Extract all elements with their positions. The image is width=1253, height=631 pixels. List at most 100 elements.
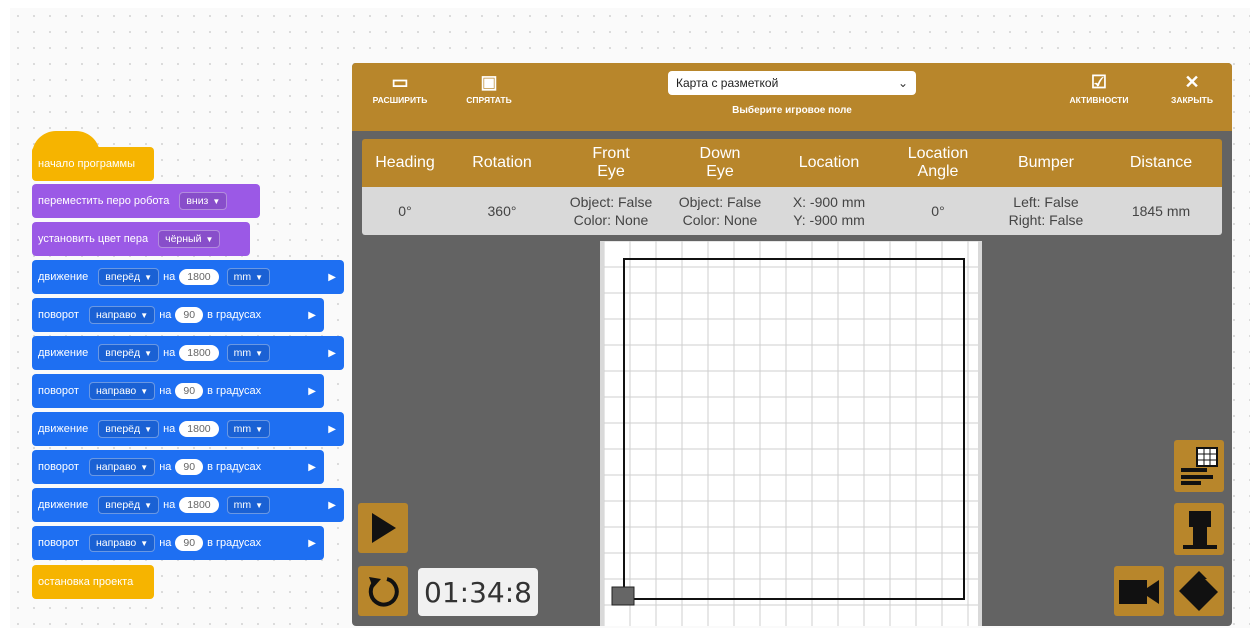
turn-label: поворот xyxy=(38,461,79,473)
chevron-down-icon: ▼ xyxy=(140,310,149,320)
turn-direction-dropdown[interactable]: направо ▼ xyxy=(88,458,156,476)
sensor-header-cell: Location Angle xyxy=(907,145,969,180)
degrees-label: в градусах xyxy=(207,385,262,397)
activities-button[interactable]: ☑ АКТИВНОСТИ xyxy=(1058,71,1140,105)
na-label: на xyxy=(163,347,176,359)
expand-button[interactable]: ▭ РАСШИРИТЬ xyxy=(366,71,434,105)
turn-direction-dropdown[interactable]: направо ▼ xyxy=(88,382,156,400)
turn-block[interactable]: поворот направо ▼ на 90 в градусах ▶ xyxy=(32,450,324,484)
unit-dropdown[interactable]: mm ▼ xyxy=(226,420,271,438)
distance-input[interactable]: 1800 xyxy=(179,269,219,285)
unit-dropdown[interactable]: mm ▼ xyxy=(226,496,271,514)
unit-dropdown[interactable]: mm ▼ xyxy=(226,344,271,362)
direction-dropdown[interactable]: вперёд ▼ xyxy=(98,496,160,514)
pen-dropdown[interactable]: вниз ▼ xyxy=(179,192,228,210)
direction-dropdown[interactable]: вперёд ▼ xyxy=(98,268,160,286)
turn-block[interactable]: поворот направо ▼ на 90 в градусах ▶ xyxy=(32,374,324,408)
field-select-hint: Выберите игровое поле xyxy=(732,105,852,116)
direction-value: вперёд xyxy=(105,423,141,435)
chevron-down-icon: ▼ xyxy=(144,424,153,434)
direction-dropdown[interactable]: вперёд ▼ xyxy=(98,344,160,362)
na-label: на xyxy=(159,537,172,549)
sensor-value-cell: 0° xyxy=(398,203,412,219)
distance-input[interactable]: 1800 xyxy=(179,421,219,437)
start-block[interactable]: начало программы xyxy=(32,147,154,181)
run-arrow-icon: ▶ xyxy=(328,271,336,283)
na-label: на xyxy=(159,309,172,321)
chevron-down-icon: ▼ xyxy=(212,196,221,206)
distance-input[interactable]: 1800 xyxy=(179,345,219,361)
pen-position-block[interactable]: переместить перо робота вниз ▼ xyxy=(32,184,260,218)
angle-input[interactable]: 90 xyxy=(175,459,204,475)
timer-display: 01:34:8 xyxy=(418,568,538,616)
sensor-value-cell: 360° xyxy=(487,203,517,219)
turn-label: поворот xyxy=(38,309,79,321)
na-label: на xyxy=(163,271,176,283)
move-block[interactable]: движение вперёд ▼ на 1800 mm ▼ ▶ xyxy=(32,336,344,370)
direction-value: вперёд xyxy=(105,499,141,511)
chevron-down-icon: ▼ xyxy=(140,386,149,396)
move-block[interactable]: движение вперёд ▼ на 1800 mm ▼ ▶ xyxy=(32,260,344,294)
turn-direction-value: направо xyxy=(95,309,137,321)
play-icon xyxy=(372,513,396,543)
turn-direction-value: направо xyxy=(95,461,137,473)
play-button[interactable] xyxy=(358,503,408,553)
angle-input[interactable]: 90 xyxy=(175,535,204,551)
move-label: движение xyxy=(38,271,89,283)
turn-direction-dropdown[interactable]: направо ▼ xyxy=(88,534,156,552)
run-arrow-icon: ▶ xyxy=(308,461,316,473)
sensor-header-cell: Distance xyxy=(1129,154,1193,171)
sensor-value-cell: Object: False Color: None xyxy=(678,194,762,228)
move-icon xyxy=(1179,571,1219,611)
hide-label: СПРЯТАТЬ xyxy=(466,95,512,105)
unit-value: mm xyxy=(233,499,252,511)
degrees-label: в градусах xyxy=(207,537,262,549)
degrees-label: в градусах xyxy=(207,309,262,321)
expand-label: РАСШИРИТЬ xyxy=(372,95,428,105)
field-select[interactable]: Карта с разметкой ⌄ xyxy=(668,71,916,95)
chevron-down-icon: ▼ xyxy=(140,538,149,548)
robot-button[interactable] xyxy=(1174,503,1224,555)
sensor-table-toggle[interactable] xyxy=(1174,440,1224,492)
move-block[interactable]: движение вперёд ▼ на 1800 mm ▼ ▶ xyxy=(32,412,344,446)
color-dropdown[interactable]: чёрный ▼ xyxy=(158,230,221,248)
turn-label: поворот xyxy=(38,537,79,549)
direction-value: вперёд xyxy=(105,347,141,359)
move-button[interactable] xyxy=(1174,566,1224,616)
color-value: чёрный xyxy=(165,233,202,245)
chevron-down-icon: ▼ xyxy=(144,348,153,358)
move-label: движение xyxy=(38,499,89,511)
sensor-value-cell: Left: False Right: False xyxy=(1008,194,1084,228)
move-block[interactable]: движение вперёд ▼ на 1800 mm ▼ ▶ xyxy=(32,488,344,522)
turn-block[interactable]: поворот направо ▼ на 90 в градусах ▶ xyxy=(32,298,324,332)
color-label: установить цвет пера xyxy=(38,233,149,245)
hide-button[interactable]: ▣ СПРЯТАТЬ xyxy=(456,71,522,105)
chevron-down-icon: ▼ xyxy=(144,272,153,282)
turn-block[interactable]: поворот направо ▼ на 90 в градусах ▶ xyxy=(32,526,324,560)
robot-simulator-panel: ▭ РАСШИРИТЬ ▣ СПРЯТАТЬ Карта с разметкой… xyxy=(352,63,1232,626)
camera-button[interactable] xyxy=(1114,566,1164,616)
turn-direction-value: направо xyxy=(95,385,137,397)
unit-dropdown[interactable]: mm ▼ xyxy=(226,268,271,286)
turn-direction-dropdown[interactable]: направо ▼ xyxy=(88,306,156,324)
degrees-label: в градусах xyxy=(207,461,262,473)
run-arrow-icon: ▶ xyxy=(328,423,336,435)
close-label: ЗАКРЫТЬ xyxy=(1171,95,1213,105)
angle-input[interactable]: 90 xyxy=(175,307,204,323)
sensor-table-header: Heading Rotation Front Eye Down Eye Location… xyxy=(362,139,1222,187)
angle-input[interactable]: 90 xyxy=(175,383,204,399)
chevron-down-icon: ▼ xyxy=(255,272,264,282)
direction-dropdown[interactable]: вперёд ▼ xyxy=(98,420,160,438)
close-button[interactable]: ✕ ЗАКРЫТЬ xyxy=(1160,71,1224,105)
turn-direction-value: направо xyxy=(95,537,137,549)
distance-input[interactable]: 1800 xyxy=(179,497,219,513)
play-field[interactable] xyxy=(600,241,982,626)
pen-color-block[interactable]: установить цвет пера чёрный ▼ xyxy=(32,222,250,256)
activities-icon: ☑ xyxy=(1090,72,1108,92)
stop-block[interactable]: остановка проекта xyxy=(32,565,154,599)
run-arrow-icon: ▶ xyxy=(328,499,336,511)
reset-button[interactable] xyxy=(358,566,408,616)
sensor-header-cell: Rotation xyxy=(472,154,532,171)
stop-label: остановка проекта xyxy=(38,576,134,588)
na-label: на xyxy=(159,461,172,473)
